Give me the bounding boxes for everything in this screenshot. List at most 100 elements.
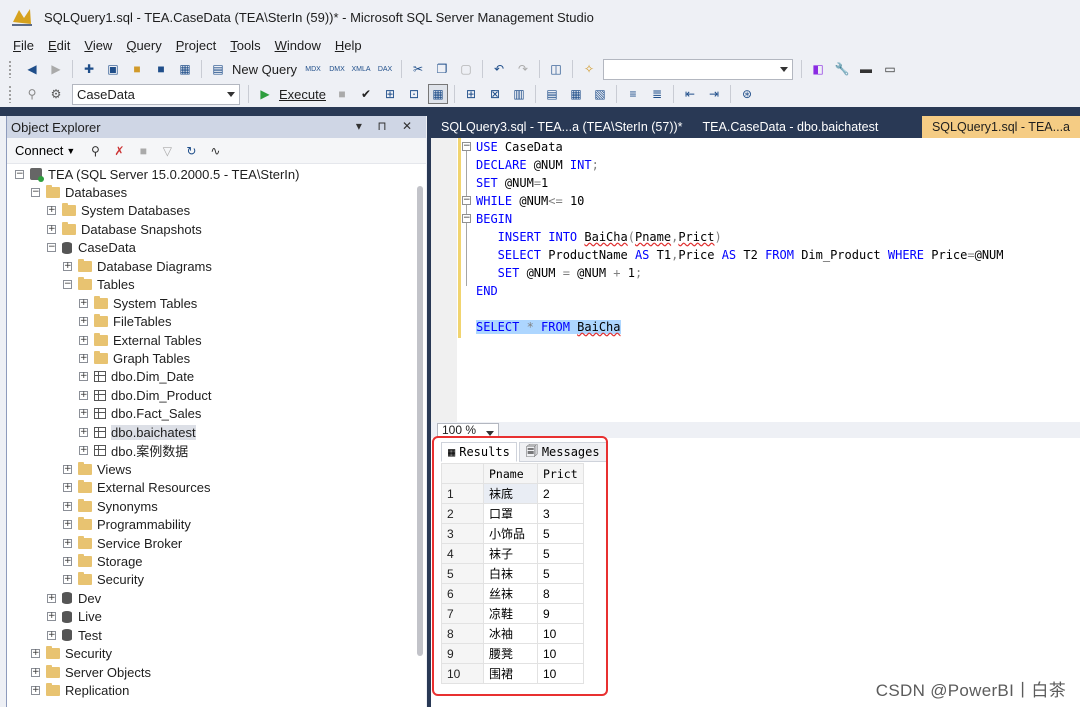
tree-node[interactable]: + Storage [63, 552, 143, 570]
collapse-icon[interactable]: − [15, 169, 24, 179]
database-select[interactable]: CaseData [72, 83, 240, 105]
tree-node[interactable]: + dbo.Dim_Date [79, 368, 194, 386]
execute-icon[interactable]: ▶ [255, 84, 275, 104]
solution-explorer-icon[interactable]: ◧ [808, 59, 828, 79]
forward-icon[interactable]: ▶ [46, 59, 66, 79]
expand-icon[interactable]: + [79, 446, 88, 456]
expand-icon[interactable]: + [31, 649, 40, 659]
tree-node[interactable]: + Security [31, 645, 112, 663]
save-icon[interactable]: ■ [151, 59, 171, 79]
window-layout-icon[interactable]: ▭ [880, 59, 900, 79]
tree-node[interactable]: + dbo.Fact_Sales [79, 405, 201, 423]
menu-item-file[interactable]: File [6, 38, 41, 53]
menu-item-query[interactable]: Query [119, 38, 168, 53]
tree-node[interactable]: + External Tables [79, 331, 202, 349]
change-connection-icon[interactable]: ⚙ [46, 84, 66, 104]
results-to-grid-icon[interactable]: ▦ [427, 84, 448, 104]
xmla-query-icon[interactable]: XMLA [351, 59, 371, 79]
tree-node[interactable]: − Tables [63, 276, 135, 294]
tree-node[interactable]: + Database Diagrams [63, 257, 212, 275]
expand-icon[interactable]: + [47, 593, 56, 603]
increase-indent-icon[interactable]: ⇥ [704, 84, 724, 104]
tree-node[interactable]: − TEA (SQL Server 15.0.2000.5 - TEA\SterI… [15, 165, 299, 183]
collapse-icon[interactable]: − [63, 280, 72, 290]
connect-plug-icon[interactable]: ⚲ [85, 141, 105, 161]
collapse-icon[interactable]: − [47, 243, 56, 253]
expand-icon[interactable]: + [63, 575, 72, 585]
menu-item-view[interactable]: View [77, 38, 119, 53]
expand-icon[interactable]: + [47, 612, 56, 622]
expand-icon[interactable]: + [47, 206, 56, 216]
expand-icon[interactable]: + [79, 390, 88, 400]
live-stats-icon[interactable]: ⊠ [485, 84, 505, 104]
tree-node[interactable]: + dbo.Dim_Product [79, 386, 211, 404]
specify-template-icon[interactable]: ⊛ [737, 84, 757, 104]
comment-icon[interactable]: ≡ [623, 84, 643, 104]
expand-icon[interactable]: + [63, 538, 72, 548]
expand-icon[interactable]: + [63, 483, 72, 493]
open-file-icon[interactable]: ■ [127, 59, 147, 79]
tree-node[interactable]: + System Databases [47, 202, 190, 220]
decrease-indent-icon[interactable]: ⇤ [680, 84, 700, 104]
menu-item-project[interactable]: Project [169, 38, 223, 53]
tree-node[interactable]: + dbo.案例数据 [79, 442, 188, 460]
tree-node[interactable]: + dbo.baichatest [79, 423, 196, 441]
parse-icon[interactable]: ✔ [356, 84, 376, 104]
tree-node[interactable]: + Replication [31, 682, 129, 700]
add-item-icon[interactable]: ▣ [103, 59, 123, 79]
results-to-text-icon[interactable]: ▤ [542, 84, 562, 104]
menu-item-window[interactable]: Window [268, 38, 328, 53]
properties-icon[interactable]: 🔧 [832, 59, 852, 79]
find-combo[interactable] [603, 58, 794, 80]
fold-toggle-icon[interactable]: − [462, 196, 471, 205]
cut-icon[interactable]: ✂ [408, 59, 428, 79]
fold-toggle-icon[interactable]: − [462, 214, 471, 223]
results-grid-icon[interactable]: ▦ [566, 84, 586, 104]
mdx-query-icon[interactable]: MDX [303, 59, 323, 79]
tree-node[interactable]: + Live [47, 608, 102, 626]
uncomment-icon[interactable]: ≣ [647, 84, 667, 104]
tree-node[interactable]: + Security [63, 571, 144, 589]
toolbox-icon[interactable]: ▬ [856, 59, 876, 79]
expand-icon[interactable]: + [63, 501, 72, 511]
disconnect-icon[interactable]: ✗ [109, 141, 129, 161]
query-designer-icon[interactable]: ⊡ [404, 84, 424, 104]
document-tab[interactable]: SQLQuery1.sql - TEA...a [921, 116, 1080, 138]
stop-icon[interactable]: ■ [133, 141, 153, 161]
collapse-icon[interactable]: − [31, 187, 40, 197]
tree-node[interactable]: + External Resources [63, 479, 210, 497]
connect-dropdown[interactable]: Connect [15, 143, 63, 158]
expand-icon[interactable]: + [79, 372, 88, 382]
activity-monitor-icon[interactable]: ∿ [205, 141, 225, 161]
expand-icon[interactable]: + [79, 409, 88, 419]
connect-icon[interactable]: ⚲ [22, 84, 42, 104]
new-query-button[interactable]: New Query [232, 62, 297, 77]
tree-node[interactable]: + Dev [47, 589, 101, 607]
expand-icon[interactable]: + [63, 556, 72, 566]
back-icon[interactable]: ◀ [22, 59, 42, 79]
results-file-icon[interactable]: ▧ [590, 84, 610, 104]
menu-item-edit[interactable]: Edit [41, 38, 77, 53]
expand-icon[interactable]: + [63, 464, 72, 474]
copy-icon[interactable]: ❐ [432, 59, 452, 79]
tree-node[interactable]: − Databases [31, 183, 127, 201]
menu-item-tools[interactable]: Tools [223, 38, 267, 53]
tree-node[interactable]: + Service Broker [63, 534, 182, 552]
tree-node[interactable]: + Test [47, 626, 102, 644]
sql-code[interactable]: USE CaseData DECLARE @NUM INT; SET @NUM=1 W… [461, 138, 1004, 336]
new-project-icon[interactable]: ✚ [79, 59, 99, 79]
expand-icon[interactable]: + [79, 335, 88, 345]
tree-node[interactable]: + Graph Tables [79, 350, 190, 368]
stop-icon[interactable]: ■ [332, 84, 352, 104]
expand-icon[interactable]: + [63, 520, 72, 530]
dmx-query-icon[interactable]: DMX [327, 59, 347, 79]
panel-controls-icon[interactable]: ▾ ⊓ ✕ [356, 119, 418, 133]
dax-query-icon[interactable]: DAX [375, 59, 395, 79]
undo-icon[interactable]: ↶ [489, 59, 509, 79]
tree-node[interactable]: + System Tables [79, 294, 197, 312]
tree-node[interactable]: + Database Snapshots [47, 220, 202, 238]
tree-scrollbar[interactable] [416, 176, 424, 656]
tree-node[interactable]: + Views [63, 460, 131, 478]
refresh-icon[interactable]: ↻ [181, 141, 201, 161]
save-all-icon[interactable]: ▦ [175, 59, 195, 79]
